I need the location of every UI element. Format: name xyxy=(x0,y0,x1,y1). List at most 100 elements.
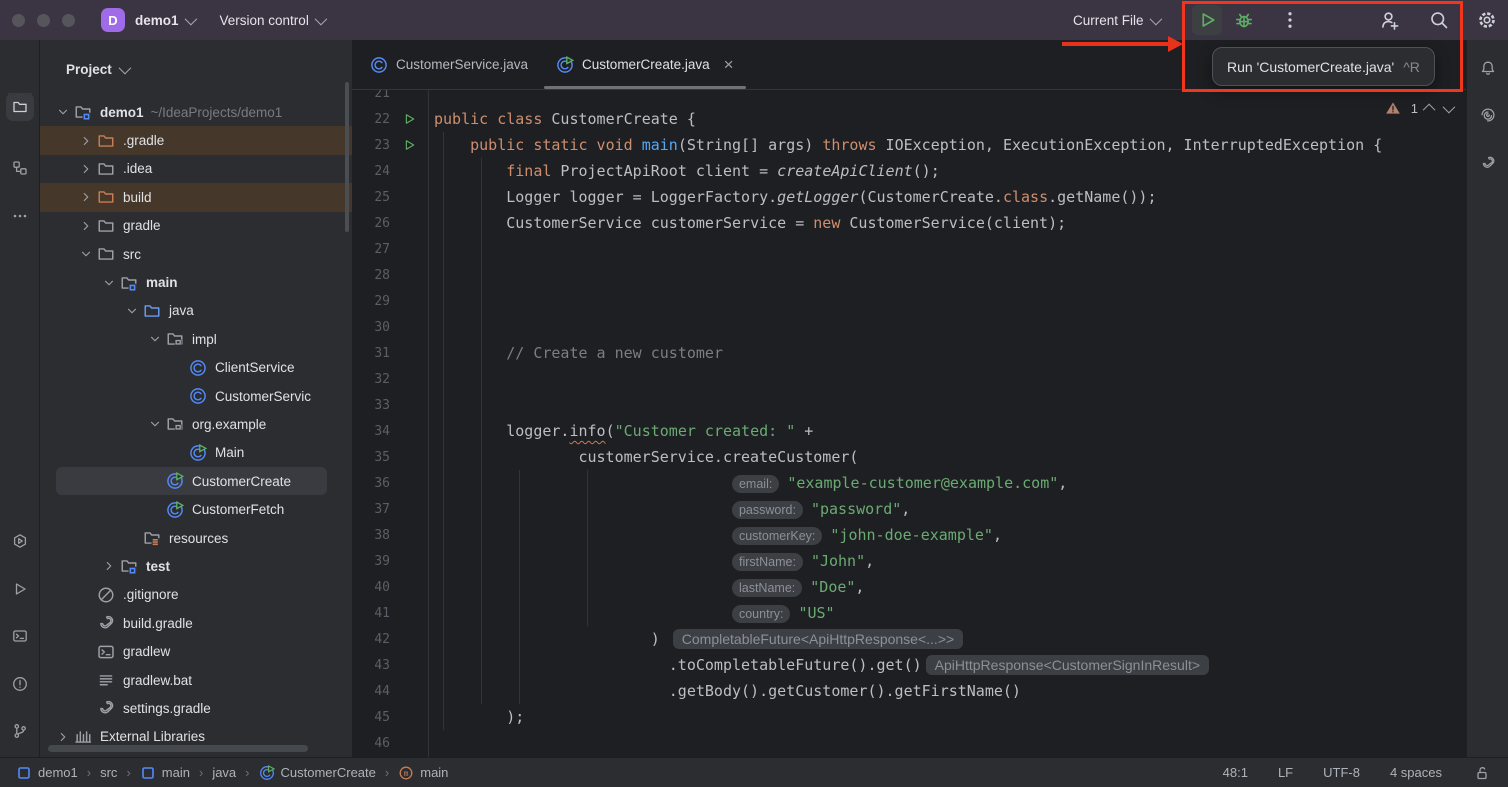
code-line-27[interactable]: 27 xyxy=(352,236,1466,262)
code-line-29[interactable]: 29 xyxy=(352,288,1466,314)
bell-tool-button[interactable] xyxy=(1474,54,1502,82)
vcs-widget[interactable]: Version control xyxy=(220,13,324,28)
code-line-46[interactable]: 46 xyxy=(352,730,1466,756)
window-controls[interactable] xyxy=(0,14,89,27)
breadcrumb-main[interactable]: main xyxy=(140,765,190,781)
more-tool-button[interactable] xyxy=(6,202,34,230)
code-line-36[interactable]: 36email:"example-customer@example.com", xyxy=(352,470,1466,496)
chevron-expanded-icon[interactable] xyxy=(74,247,97,261)
tree-item-resources[interactable]: resources xyxy=(40,524,352,552)
tree-item-demo1[interactable]: demo1~/IdeaProjects/demo1 xyxy=(40,98,352,126)
editor-tab-customerservice-java[interactable]: CustomerService.java xyxy=(356,40,542,89)
chevron-expanded-icon[interactable] xyxy=(143,417,166,431)
run-configuration-selector[interactable]: Current File xyxy=(1073,0,1159,40)
chevron-expanded-icon[interactable] xyxy=(51,105,74,119)
project-panel-header[interactable]: Project xyxy=(40,40,352,98)
status-item-lf[interactable]: LF xyxy=(1278,765,1293,780)
minimize-window-button[interactable] xyxy=(37,14,50,27)
code-line-41[interactable]: 41country:"US" xyxy=(352,600,1466,626)
chevron-collapsed-icon[interactable] xyxy=(51,730,74,744)
tree-item--idea[interactable]: .idea xyxy=(40,155,352,183)
breadcrumb-main[interactable]: mmain xyxy=(398,765,448,781)
tree-item-gradlew[interactable]: gradlew xyxy=(40,637,352,665)
tree-horizontal-scrollbar[interactable] xyxy=(48,745,308,752)
zoom-window-button[interactable] xyxy=(62,14,75,27)
chevron-collapsed-icon[interactable] xyxy=(97,559,120,573)
code-line-31[interactable]: 31// Create a new customer xyxy=(352,340,1466,366)
run-line-button[interactable] xyxy=(390,138,428,152)
status-item-48-1[interactable]: 48:1 xyxy=(1223,765,1248,780)
code-line-21[interactable]: 21 xyxy=(352,90,1466,106)
code-line-34[interactable]: 34logger.info("Customer created: " + xyxy=(352,418,1466,444)
code-line-26[interactable]: 26CustomerService customerService = new … xyxy=(352,210,1466,236)
tree-item-build-gradle[interactable]: build.gradle xyxy=(40,609,352,637)
breadcrumb-java[interactable]: java xyxy=(212,765,236,780)
code-line-25[interactable]: 25Logger logger = LoggerFactory.getLogge… xyxy=(352,184,1466,210)
close-window-button[interactable] xyxy=(12,14,25,27)
code-line-35[interactable]: 35customerService.createCustomer( xyxy=(352,444,1466,470)
chevron-collapsed-icon[interactable] xyxy=(74,134,97,148)
status-item-4-spaces[interactable]: 4 spaces xyxy=(1390,765,1442,780)
search-everywhere-button[interactable] xyxy=(1429,10,1449,30)
code-line-28[interactable]: 28 xyxy=(352,262,1466,288)
more-run-options-button[interactable] xyxy=(1280,10,1300,30)
chevron-collapsed-icon[interactable] xyxy=(74,162,97,176)
code-line-23[interactable]: 23public static void main(String[] args)… xyxy=(352,132,1466,158)
tree-item--gradle[interactable]: .gradle xyxy=(40,126,352,154)
tree-item-clientservice[interactable]: ClientService xyxy=(40,354,352,382)
code-viewport[interactable]: 2122public class CustomerCreate {23publi… xyxy=(352,90,1466,757)
run-tool-button[interactable] xyxy=(6,575,34,603)
run-button[interactable] xyxy=(1192,5,1222,35)
services-tool-button[interactable] xyxy=(6,527,34,555)
chevron-expanded-icon[interactable] xyxy=(97,276,120,290)
tree-item-build[interactable]: build xyxy=(40,183,352,211)
tree-item-test[interactable]: test xyxy=(40,552,352,580)
lock-open-icon[interactable] xyxy=(1472,763,1492,783)
project-widget[interactable]: demo1 xyxy=(135,13,194,28)
settings-button[interactable] xyxy=(1477,10,1497,30)
code-line-32[interactable]: 32 xyxy=(352,366,1466,392)
tree-item-src[interactable]: src xyxy=(40,240,352,268)
tree-item-org-example[interactable]: org.example xyxy=(40,410,352,438)
problems-tool-button[interactable] xyxy=(6,670,34,698)
code-line-30[interactable]: 30 xyxy=(352,314,1466,340)
tree-vertical-scrollbar[interactable] xyxy=(345,82,349,232)
tree-item-gradle[interactable]: gradle xyxy=(40,212,352,240)
project-folder-tool-button[interactable] xyxy=(6,93,34,121)
breadcrumb-demo1[interactable]: demo1 xyxy=(16,765,78,781)
chevron-expanded-icon[interactable] xyxy=(120,304,143,318)
tree-item--gitignore[interactable]: .gitignore xyxy=(40,581,352,609)
terminal-tool-button[interactable] xyxy=(6,622,34,650)
code-line-38[interactable]: 38customerKey:"john-doe-example", xyxy=(352,522,1466,548)
status-item-utf-8[interactable]: UTF-8 xyxy=(1323,765,1360,780)
structure-tool-button[interactable] xyxy=(6,154,34,182)
previous-problem-button[interactable] xyxy=(1423,103,1436,116)
run-line-button[interactable] xyxy=(390,112,428,126)
ai-assistant-tool-button[interactable] xyxy=(1474,101,1502,129)
tree-item-customercreate[interactable]: CustomerCreate xyxy=(56,467,327,495)
code-line-43[interactable]: 43.toCompletableFuture().get()ApiHttpRes… xyxy=(352,652,1466,678)
chevron-expanded-icon[interactable] xyxy=(143,332,166,346)
tree-item-settings-gradle[interactable]: settings.gradle xyxy=(40,694,352,722)
code-line-45[interactable]: 45); xyxy=(352,704,1466,730)
inspection-widget[interactable]: 1 xyxy=(1383,98,1452,118)
tree-item-main[interactable]: main xyxy=(40,268,352,296)
breadcrumb-customercreate[interactable]: CustomerCreate xyxy=(259,765,376,781)
breadcrumb-src[interactable]: src xyxy=(100,765,117,780)
tree-item-customerservic[interactable]: CustomerServic xyxy=(40,382,352,410)
code-line-24[interactable]: 24final ProjectApiRoot client = createAp… xyxy=(352,158,1466,184)
code-line-44[interactable]: 44.getBody().getCustomer().getFirstName(… xyxy=(352,678,1466,704)
tree-item-java[interactable]: java xyxy=(40,297,352,325)
tree-item-gradlew-bat[interactable]: gradlew.bat xyxy=(40,666,352,694)
code-line-33[interactable]: 33 xyxy=(352,392,1466,418)
chevron-collapsed-icon[interactable] xyxy=(74,190,97,204)
debug-button[interactable] xyxy=(1234,10,1254,30)
gradle-elephant-tool-button[interactable] xyxy=(1474,149,1502,177)
project-avatar[interactable]: D xyxy=(101,8,125,32)
editor-tab-customercreate-java[interactable]: CustomerCreate.java× xyxy=(542,40,748,89)
tree-item-customerfetch[interactable]: CustomerFetch xyxy=(40,495,352,523)
tree-item-impl[interactable]: impl xyxy=(40,325,352,353)
code-line-22[interactable]: 22public class CustomerCreate { xyxy=(352,106,1466,132)
git-branch-tool-button[interactable] xyxy=(6,717,34,745)
code-line-40[interactable]: 40lastName:"Doe", xyxy=(352,574,1466,600)
